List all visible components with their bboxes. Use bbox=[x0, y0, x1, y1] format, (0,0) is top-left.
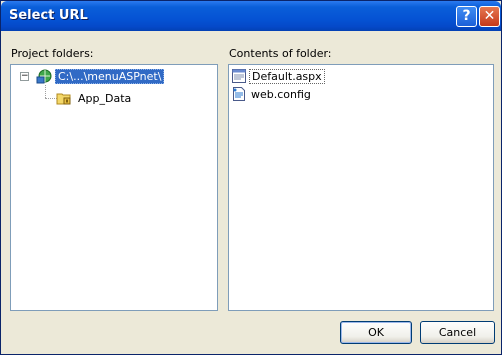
list-item-label: Default.aspx bbox=[249, 68, 325, 84]
list-item-label: web.config bbox=[251, 87, 311, 101]
help-button[interactable]: ? bbox=[456, 6, 477, 27]
title-bar[interactable]: Select URL ? ✕ bbox=[1, 1, 501, 31]
tree-item-root[interactable]: C:\...\menuASPnet\ bbox=[36, 68, 165, 84]
tree-connector bbox=[45, 85, 46, 98]
cancel-button[interactable]: Cancel bbox=[420, 321, 495, 344]
list-item-web-config[interactable]: web.config bbox=[231, 86, 313, 102]
list-item-default-aspx[interactable]: Default.aspx bbox=[231, 68, 325, 84]
close-button[interactable]: ✕ bbox=[479, 6, 500, 27]
config-file-icon bbox=[231, 86, 247, 102]
window-title: Select URL bbox=[9, 8, 88, 23]
tree-item-app-data[interactable]: App_Data bbox=[56, 90, 133, 106]
select-url-dialog: Select URL ? ✕ Project folders: Contents… bbox=[0, 0, 502, 355]
aspx-page-icon bbox=[231, 68, 247, 84]
ok-button[interactable]: OK bbox=[340, 321, 412, 344]
locked-folder-icon bbox=[56, 90, 72, 106]
contents-of-folder-label: Contents of folder: bbox=[229, 47, 332, 60]
tree-item-label: App_Data bbox=[78, 91, 132, 105]
project-folders-label: Project folders: bbox=[11, 47, 94, 60]
folder-contents-list[interactable]: Default.aspx web.config bbox=[228, 64, 494, 311]
tree-item-label: C:\...\menuASPnet\ bbox=[55, 68, 165, 84]
project-folders-tree[interactable]: − C:\...\menuASPnet\ App_Data bbox=[10, 64, 218, 311]
web-project-icon bbox=[36, 68, 52, 84]
collapse-icon[interactable]: − bbox=[20, 72, 29, 81]
